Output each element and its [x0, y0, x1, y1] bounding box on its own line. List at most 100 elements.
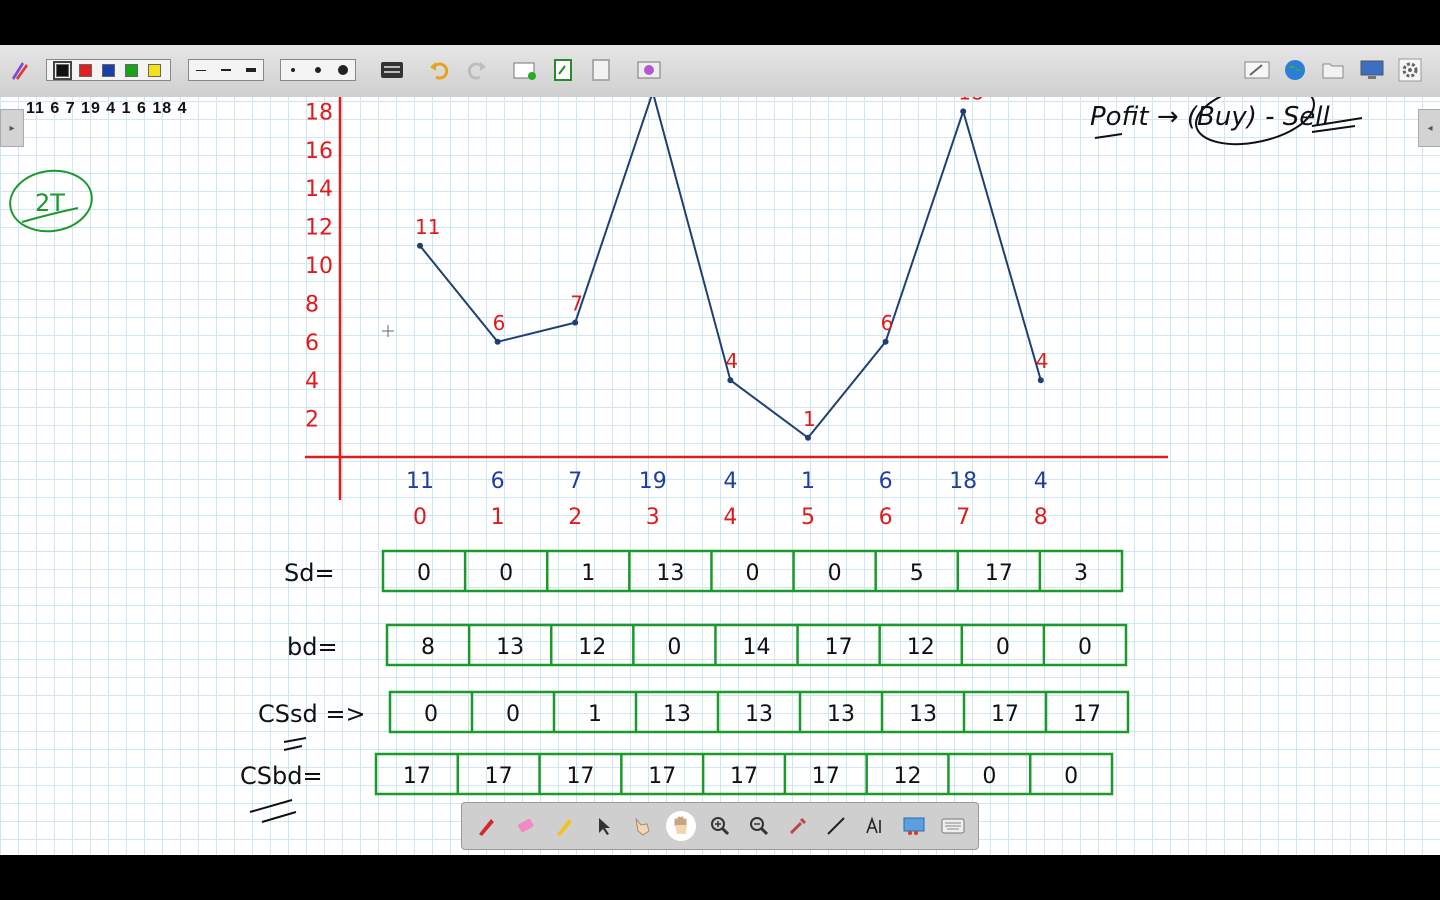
pen-icon[interactable]: [472, 811, 502, 841]
table-cell: 13: [909, 702, 937, 727]
line-medium-button[interactable]: [217, 62, 235, 78]
color-swatch-black[interactable]: [53, 60, 72, 80]
y-tick-label: 18: [305, 100, 333, 125]
table-cell: 17: [985, 561, 1013, 586]
display-icon[interactable]: [1359, 57, 1385, 83]
table-cell: 3: [1074, 561, 1088, 586]
eraser-icon[interactable]: [511, 811, 541, 841]
table-cell: 17: [648, 764, 676, 789]
whiteboard-toolbar: [0, 45, 1440, 98]
bottom-tool-palette: [461, 802, 979, 850]
table-cell: 0: [424, 702, 438, 727]
table-cell: 0: [667, 635, 681, 660]
table-cell: 12: [894, 764, 922, 789]
x-value-label: 4: [1034, 469, 1048, 494]
y-tick-label: 2: [305, 408, 319, 433]
line-icon[interactable]: [821, 811, 851, 841]
dot-medium-button[interactable]: [309, 62, 327, 78]
dot-small-button[interactable]: [284, 62, 302, 78]
x-value-label: 11: [406, 469, 434, 494]
table-cell: 0: [982, 764, 996, 789]
table-cell: 12: [578, 635, 606, 660]
price-series-line: [419, 97, 1042, 440]
data-point: [494, 338, 501, 345]
table-label: Sd=: [284, 559, 335, 587]
table-cell: 0: [996, 635, 1010, 660]
table-cell: 0: [746, 561, 760, 586]
color-swatch-green[interactable]: [125, 63, 138, 77]
table-cell: 12: [907, 635, 935, 660]
data-label: 18: [958, 97, 983, 104]
whiteboard-canvas[interactable]: ▸ ◂ 2T Pofit → (Buy) - Sell 2 4 6 8 10 12 14 16…: [0, 97, 1440, 855]
data-point: [727, 377, 734, 384]
data-label: 4: [725, 349, 738, 373]
highlighter-icon[interactable]: [550, 811, 580, 841]
line-thin-button[interactable]: [192, 62, 210, 78]
screen-capture-icon[interactable]: [899, 811, 929, 841]
data-point: [417, 242, 423, 249]
array-table: CSsd => 0 0 1 13 13 13 13 17 17: [258, 690, 1130, 734]
color-swatch-yellow[interactable]: [148, 63, 161, 77]
keyboard-icon[interactable]: [380, 57, 404, 83]
x-value-label: 18: [949, 469, 977, 494]
hand-point-icon[interactable]: [627, 811, 657, 841]
array-table: Sd= 0 0 1 13 0 0 5 17 3: [284, 549, 1124, 593]
data-point: [805, 434, 811, 441]
top-letterbox: [0, 0, 1440, 45]
table-cell: 17: [812, 764, 840, 789]
bottom-letterbox: [0, 855, 1440, 900]
table-cell: 13: [663, 702, 691, 727]
settings-gear-icon[interactable]: [1398, 57, 1422, 83]
x-index-label: 4: [723, 505, 737, 530]
prev-page-icon[interactable]: [590, 57, 612, 83]
zoom-out-icon[interactable]: [744, 811, 774, 841]
pointer-icon[interactable]: [589, 811, 619, 841]
table-cell: 17: [403, 764, 431, 789]
x-value-label: 6: [491, 469, 505, 494]
pens-icon[interactable]: [8, 57, 32, 83]
text-icon[interactable]: [860, 811, 890, 841]
dot-large-button[interactable]: [334, 62, 352, 78]
data-point: [1037, 377, 1044, 384]
array-table: CSbd= 17 17 17 17 17 17 12 0 0: [240, 752, 1114, 796]
keyboard-icon[interactable]: [938, 811, 968, 841]
clear-page-icon[interactable]: [636, 57, 662, 83]
table-cell: 1: [581, 561, 595, 586]
table-cell: 17: [730, 764, 758, 789]
color-palette: [46, 59, 171, 81]
table-cell: 14: [743, 635, 771, 660]
y-tick-label: 4: [305, 369, 319, 394]
x-index-label: 2: [568, 505, 582, 530]
data-label: 6: [493, 311, 506, 335]
x-value-label: 4: [723, 469, 737, 494]
folder-icon[interactable]: [1321, 57, 1345, 83]
x-index-label: 1: [491, 505, 505, 530]
color-swatch-red[interactable]: [79, 63, 92, 77]
y-tick-label: 8: [305, 292, 319, 317]
color-swatch-blue[interactable]: [102, 63, 115, 77]
data-label: 1: [803, 407, 816, 431]
zoom-in-icon[interactable]: [705, 811, 735, 841]
table-label: CSsd =>: [258, 700, 366, 728]
line-thick-button[interactable]: [242, 62, 260, 78]
table-cell: 1: [588, 702, 602, 727]
x-value-label: 19: [639, 469, 667, 494]
data-label: 4: [1036, 349, 1049, 373]
profit-note: Pofit → (Buy) - Sell: [1090, 102, 1331, 132]
globe-icon[interactable]: [1283, 57, 1307, 83]
hand-pan-icon[interactable]: [666, 811, 697, 841]
table-cell: 8: [421, 635, 435, 660]
redo-icon[interactable]: [466, 57, 488, 83]
table-cell: 17: [991, 702, 1019, 727]
next-page-icon[interactable]: [552, 57, 574, 83]
edit-icon[interactable]: [1244, 57, 1270, 83]
x-value-label: 6: [879, 469, 893, 494]
eyedropper-icon[interactable]: [783, 811, 813, 841]
data-point: [960, 108, 967, 115]
data-label: 6: [881, 311, 894, 335]
table-cell: 0: [417, 561, 431, 586]
new-page-icon[interactable]: [512, 57, 538, 83]
x-index-label: 6: [879, 505, 893, 530]
undo-icon[interactable]: [428, 57, 450, 83]
x-index-label: 5: [801, 505, 815, 530]
